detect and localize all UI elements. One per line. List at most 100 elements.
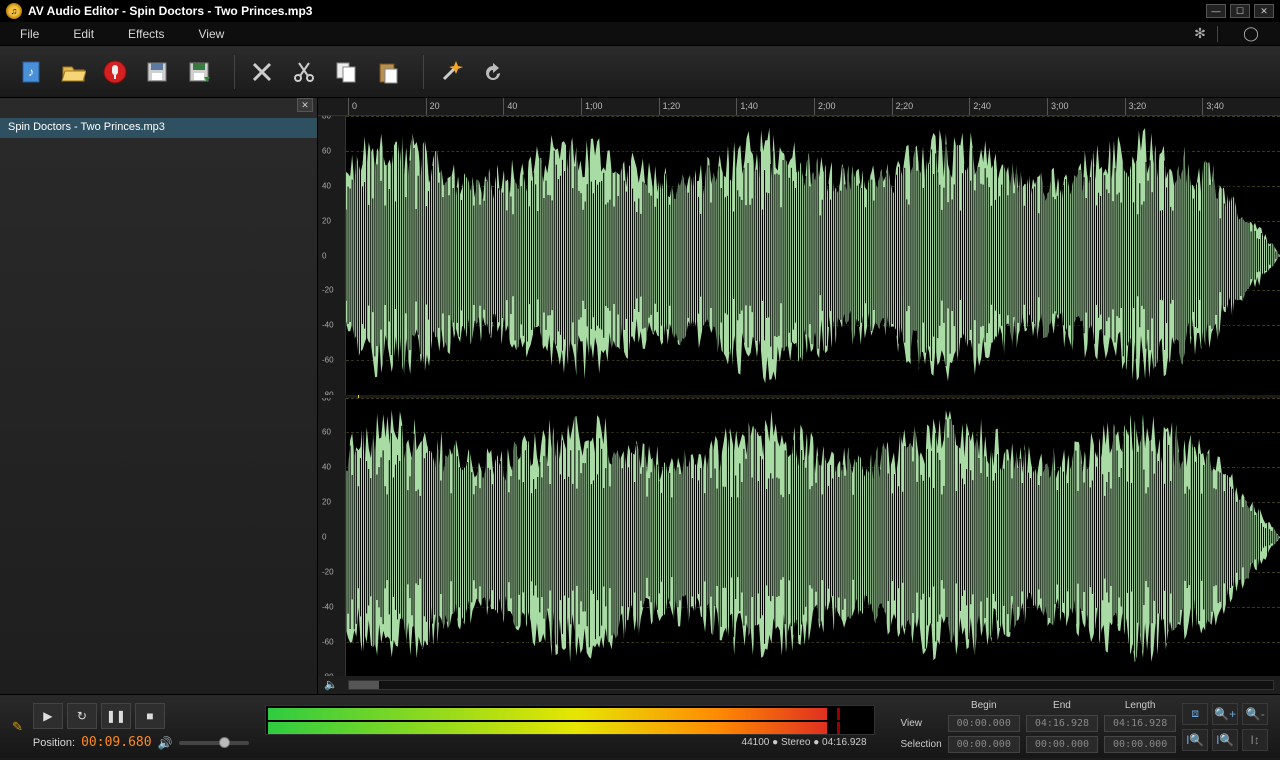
- close-button[interactable]: ✕: [1254, 4, 1274, 18]
- selection-end[interactable]: 00:00.000: [1026, 736, 1098, 753]
- selection-length[interactable]: 00:00.000: [1104, 736, 1176, 753]
- effects-wand-button[interactable]: [434, 55, 468, 89]
- zoom-in-button[interactable]: 🔍+: [1212, 703, 1238, 725]
- position-value: 00:09.680: [81, 735, 151, 750]
- transport-bar: ✎ ▶ ↻ ❚❚ ■ Position: 00:09.680 🔊 44100 ●…: [0, 694, 1280, 758]
- waveform-area: 020401;001;201;402;002;202;403;003;203;4…: [318, 98, 1280, 694]
- yaxis-label: -80: [322, 391, 334, 395]
- loop-button[interactable]: ↻: [67, 703, 97, 729]
- minimize-button[interactable]: —: [1206, 4, 1226, 18]
- yaxis-label: 80: [322, 116, 331, 121]
- view-begin[interactable]: 00:00.000: [948, 715, 1020, 732]
- record-button[interactable]: [98, 55, 132, 89]
- status-info: 44100 ● Stereo ● 04:16.928: [257, 737, 867, 748]
- open-file-button[interactable]: [56, 55, 90, 89]
- volume-icon[interactable]: 🔊: [158, 736, 173, 750]
- range-grid: Begin End Length View 00:00.000 04:16.92…: [895, 696, 1183, 757]
- help-circle-icon[interactable]: ◯: [1242, 25, 1260, 43]
- horizontal-scrollbar[interactable]: 🔈: [318, 676, 1280, 694]
- file-list-item[interactable]: Spin Doctors - Two Princes.mp3: [0, 118, 317, 138]
- cut-button[interactable]: [245, 55, 279, 89]
- scissors-button[interactable]: [287, 55, 321, 89]
- window-title: AV Audio Editor - Spin Doctors - Two Pri…: [28, 4, 312, 18]
- yaxis-label: -40: [322, 321, 334, 330]
- edit-pencil-icon[interactable]: ✎: [12, 719, 23, 735]
- svg-text:♪: ♪: [28, 65, 34, 79]
- view-length[interactable]: 04:16.928: [1104, 715, 1176, 732]
- scroll-track[interactable]: [348, 680, 1274, 690]
- play-button[interactable]: ▶: [33, 703, 63, 729]
- menu-bar: File Edit Effects View ✻ ◯: [0, 22, 1280, 46]
- toolbar-separator: [423, 55, 424, 89]
- menu-file[interactable]: File: [20, 27, 39, 41]
- zoom-selection-button[interactable]: I🔍: [1182, 729, 1208, 751]
- mute-icon[interactable]: 🔈: [324, 678, 338, 692]
- separator: [1217, 26, 1218, 42]
- paste-button[interactable]: [371, 55, 405, 89]
- main-area: ✕ Spin Doctors - Two Princes.mp3 0 20 40 1;…: [0, 98, 1280, 694]
- ruler-tick: 2;00: [814, 98, 836, 115]
- pause-button[interactable]: ❚❚: [101, 703, 131, 729]
- zoom-fit-v-button[interactable]: ⧈: [1182, 703, 1208, 725]
- selection-begin[interactable]: 00:00.000: [948, 736, 1020, 753]
- yaxis-label: -80: [322, 672, 334, 676]
- menu-view[interactable]: View: [199, 27, 225, 41]
- channel-right[interactable]: 806040200-20-40-60-80: [318, 398, 1280, 677]
- menu-effects[interactable]: Effects: [128, 27, 164, 41]
- zoom-vert-in-button[interactable]: I🔍: [1212, 729, 1238, 751]
- title-bar: ♫ AV Audio Editor - Spin Doctors - Two P…: [0, 0, 1280, 22]
- volume-knob[interactable]: [219, 737, 230, 748]
- ruler-tick: 0: [348, 98, 357, 115]
- save-button[interactable]: [140, 55, 174, 89]
- position-label: Position:: [33, 737, 75, 749]
- transport-controls: ▶ ↻ ❚❚ ■: [33, 703, 235, 729]
- yaxis-label: 20: [322, 498, 331, 507]
- file-list: Spin Doctors - Two Princes.mp3: [0, 116, 317, 694]
- row-view-label: View: [901, 715, 942, 732]
- yaxis-label: -60: [322, 356, 334, 365]
- time-ruler[interactable]: 020401;001;201;402;002;202;403;003;203;4…: [318, 98, 1280, 116]
- yaxis-label: -20: [322, 286, 334, 295]
- yaxis-label: 40: [322, 181, 331, 190]
- main-toolbar: ♪: [0, 46, 1280, 98]
- stop-button[interactable]: ■: [135, 703, 165, 729]
- ruler-tick: 3;20: [1125, 98, 1147, 115]
- zoom-vert-out-button[interactable]: I↕: [1242, 729, 1268, 751]
- yaxis-label: 0: [322, 251, 326, 260]
- save-as-button[interactable]: [182, 55, 216, 89]
- waveform-channels[interactable]: 806040200-20-40-60-80 806040200-20-40-60…: [318, 116, 1280, 676]
- volume-slider[interactable]: [179, 741, 249, 745]
- zoom-controls: ⧈ 🔍+ 🔍- I🔍 I🔍 I↕: [1182, 703, 1268, 751]
- ruler-tick: 3;40: [1202, 98, 1224, 115]
- ruler-tick: 3;00: [1047, 98, 1069, 115]
- yaxis-label: -60: [322, 637, 334, 646]
- yaxis-label: -40: [322, 602, 334, 611]
- menu-edit[interactable]: Edit: [73, 27, 94, 41]
- undo-button[interactable]: [476, 55, 510, 89]
- sidebar-close-button[interactable]: ✕: [297, 98, 313, 112]
- settings-gear-icon[interactable]: ✻: [1191, 25, 1209, 43]
- yaxis-label: 0: [322, 533, 326, 542]
- yaxis-label: 80: [322, 398, 331, 403]
- channel-left[interactable]: 806040200-20-40-60-80: [318, 116, 1280, 395]
- scroll-thumb[interactable]: [349, 681, 379, 689]
- yaxis-label: 40: [322, 463, 331, 472]
- app-logo-icon: ♫: [6, 3, 22, 19]
- ruler-tick: 1;40: [736, 98, 758, 115]
- col-begin: Begin: [948, 700, 1020, 711]
- col-length: Length: [1104, 700, 1176, 711]
- yaxis-label: -20: [322, 567, 334, 576]
- ruler-tick: 2;20: [892, 98, 914, 115]
- yaxis-label: 60: [322, 146, 331, 155]
- ruler-tick: 2;40: [969, 98, 991, 115]
- col-end: End: [1026, 700, 1098, 711]
- copy-button[interactable]: [329, 55, 363, 89]
- level-meter: [265, 705, 875, 735]
- file-sidebar: ✕ Spin Doctors - Two Princes.mp3: [0, 98, 318, 694]
- zoom-out-button[interactable]: 🔍-: [1242, 703, 1268, 725]
- new-file-button[interactable]: ♪: [14, 55, 48, 89]
- toolbar-separator: [234, 55, 235, 89]
- view-end[interactable]: 04:16.928: [1026, 715, 1098, 732]
- maximize-button[interactable]: ☐: [1230, 4, 1250, 18]
- ruler-tick: 20: [426, 98, 440, 115]
